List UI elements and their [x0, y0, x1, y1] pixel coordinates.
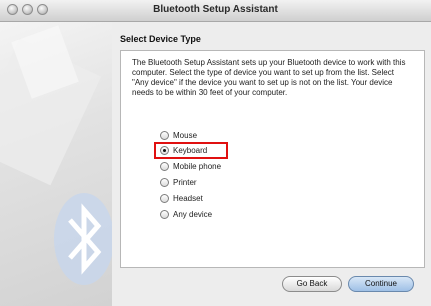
bluetooth-icon: [54, 193, 112, 285]
go-back-button[interactable]: Go Back: [282, 276, 342, 292]
radio-button[interactable]: [160, 131, 169, 140]
radio-label: Any device: [173, 210, 213, 219]
radio-button[interactable]: [160, 178, 169, 187]
radio-button[interactable]: [160, 194, 169, 203]
radio-label: Headset: [173, 194, 203, 203]
radio-option-any-device[interactable]: Any device: [160, 209, 250, 222]
section-title: Select Device Type: [120, 34, 201, 44]
radio-label: Mouse: [173, 131, 198, 140]
bluetooth-setup-window: Bluetooth Setup Assistant Select Device …: [0, 0, 431, 306]
instructions-text: The Bluetooth Setup Assistant sets up yo…: [132, 58, 406, 97]
continue-button[interactable]: Continue: [348, 276, 414, 292]
radio-label: Mobile phone: [173, 162, 222, 171]
radio-button[interactable]: [160, 162, 169, 171]
main-content: Select Device Type The Bluetooth Setup A…: [112, 22, 431, 306]
assistant-sidebar-artwork: [0, 22, 112, 306]
radio-button-selected[interactable]: [160, 146, 169, 155]
radio-option-headset[interactable]: Headset: [160, 193, 250, 206]
radio-option-mobile-phone[interactable]: Mobile phone: [160, 161, 250, 174]
radio-button[interactable]: [160, 210, 169, 219]
radio-option-keyboard[interactable]: Keyboard: [154, 142, 250, 159]
title-bar: Bluetooth Setup Assistant: [0, 0, 431, 22]
window-title: Bluetooth Setup Assistant: [153, 4, 278, 15]
radio-label: Keyboard: [173, 146, 208, 155]
radio-option-printer[interactable]: Printer: [160, 177, 250, 190]
radio-label: Printer: [173, 178, 197, 187]
